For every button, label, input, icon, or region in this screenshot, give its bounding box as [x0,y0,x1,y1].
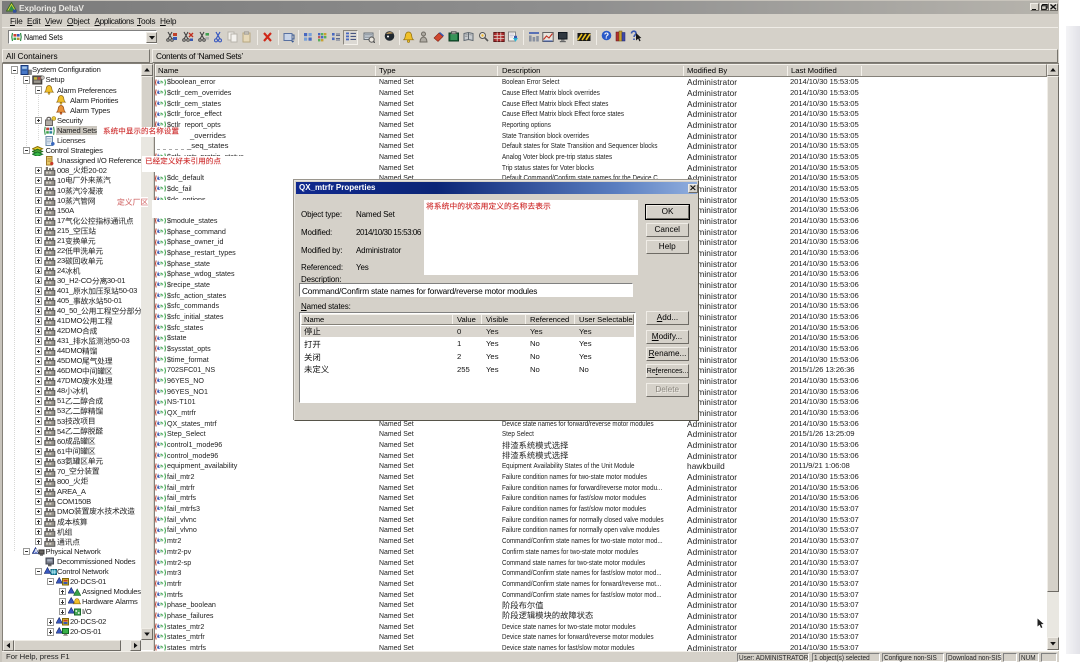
svg-text:?: ? [604,31,609,41]
svg-text:A: A [34,549,38,555]
